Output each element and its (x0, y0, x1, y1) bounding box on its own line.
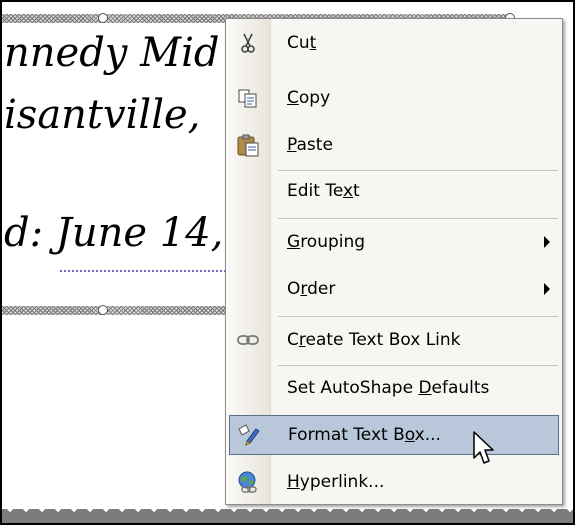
menu-separator (278, 316, 558, 317)
menu-separator (278, 218, 558, 219)
menu-item-grouping[interactable]: Grouping (226, 222, 562, 262)
resize-handle-top-left[interactable] (98, 13, 108, 23)
text-box-bottom-border[interactable] (2, 306, 232, 315)
doc-text-line-1: nnedy Mid (4, 30, 220, 76)
menu-item-label: Format Text Box... (288, 425, 441, 445)
menu-item-label: Paste (287, 135, 333, 155)
context-menu: Cut Copy Paste Edit Text Grouping Order … (225, 18, 563, 505)
menu-item-label: Copy (287, 88, 331, 108)
page-edge-decoration (2, 509, 573, 523)
submenu-arrow-icon (544, 283, 550, 295)
menu-item-format-text-box[interactable]: Format Text Box... (229, 415, 559, 455)
menu-item-label: Cut (287, 33, 317, 53)
submenu-arrow-icon (544, 236, 550, 248)
menu-item-label: Edit Text (287, 181, 360, 201)
resize-handle-bottom-left[interactable] (98, 305, 108, 315)
menu-item-edit-text[interactable]: Edit Text (226, 171, 562, 211)
copy-icon (236, 86, 260, 110)
chain-link-icon (236, 328, 260, 352)
format-pen-icon (237, 423, 261, 447)
menu-item-copy[interactable]: Copy (226, 78, 562, 118)
spelling-underline (60, 267, 230, 272)
scissors-icon (236, 31, 260, 55)
menu-item-label: Hyperlink... (287, 472, 385, 492)
menu-item-label: Grouping (287, 232, 366, 252)
menu-item-hyperlink[interactable]: Hyperlink... (226, 462, 562, 502)
menu-separator (278, 365, 558, 366)
menu-item-label: Order (287, 279, 336, 299)
menu-item-label: Set AutoShape Defaults (287, 378, 490, 398)
menu-item-cut[interactable]: Cut (226, 23, 562, 63)
paste-icon (236, 133, 260, 157)
menu-item-label: Create Text Box Link (287, 330, 461, 350)
menu-item-set-autoshape-defaults[interactable]: Set AutoShape Defaults (226, 368, 562, 408)
globe-link-icon (236, 470, 260, 494)
doc-text-line-2: isantville, (4, 92, 201, 138)
doc-text-line-3: d: June 14, (4, 210, 224, 256)
menu-item-create-text-box-link[interactable]: Create Text Box Link (226, 320, 562, 360)
menu-item-order[interactable]: Order (226, 269, 562, 309)
mouse-pointer-icon (473, 431, 494, 464)
menu-item-paste[interactable]: Paste (226, 125, 562, 165)
